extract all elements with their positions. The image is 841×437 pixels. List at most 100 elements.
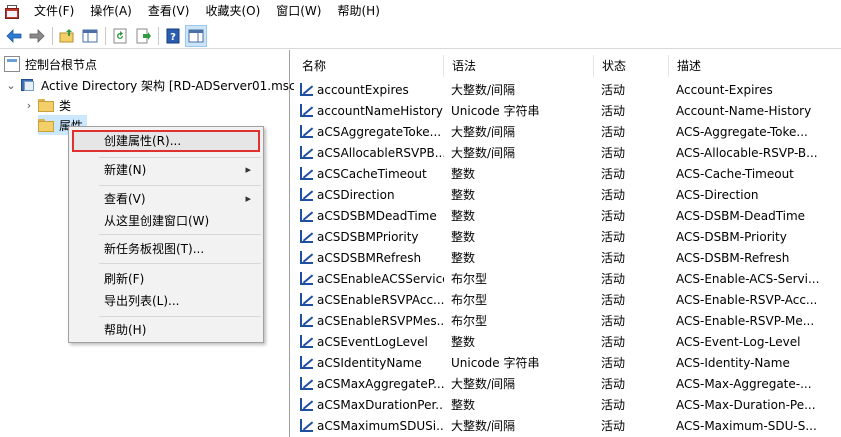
menu-item-new[interactable]: 新建(N) ▸ bbox=[71, 159, 261, 181]
cell-status: 活动 bbox=[601, 83, 626, 97]
menu-item-help[interactable]: 帮助(H) bbox=[71, 319, 261, 341]
cell-description: ACS-Enable-ACS-Servi... bbox=[676, 271, 820, 286]
show-hide-action-pane-button[interactable] bbox=[185, 25, 207, 47]
attribute-name: aCSDSBMRefresh bbox=[317, 250, 422, 265]
menu-favorites[interactable]: 收藏夹(O) bbox=[197, 0, 268, 23]
menu-item-label: 查看(V) bbox=[104, 192, 146, 206]
cell-status: 活动 bbox=[601, 419, 626, 433]
tree-node-classes[interactable]: › 类 bbox=[22, 95, 71, 115]
cell-description: ACS-Enable-RSVP-Acc... bbox=[676, 292, 818, 307]
refresh-button[interactable] bbox=[109, 25, 131, 47]
menu-action[interactable]: 操作(A) bbox=[82, 0, 140, 23]
context-menu: 创建属性(R)... 新建(N) ▸ 查看(V) ▸ 从这里创建窗口(W) 新任务板… bbox=[68, 126, 264, 343]
menu-item-new-window-from-here[interactable]: 从这里创建窗口(W) bbox=[71, 210, 261, 232]
back-button[interactable] bbox=[3, 25, 25, 47]
column-header-name[interactable]: 名称 bbox=[294, 55, 444, 77]
menu-help[interactable]: 帮助(H) bbox=[329, 0, 387, 23]
table-row[interactable]: aCSCacheTimeout 整数 活动 ACS-Cache-Timeout bbox=[294, 163, 841, 184]
attribute-name: aCSAllocableRSVPB... bbox=[317, 145, 444, 160]
menu-item-new-taskpad-view[interactable]: 新任务板视图(T)... bbox=[71, 238, 261, 260]
cell-name: aCSEnableACSService bbox=[294, 271, 444, 287]
table-row[interactable]: aCSIdentityName Unicode 字符串 活动 ACS-Identity… bbox=[294, 352, 841, 373]
attribute-name: aCSDSBMDeadTime bbox=[317, 208, 437, 223]
menu-item-refresh[interactable]: 刷新(F) bbox=[71, 268, 261, 290]
table-row[interactable]: aCSEventLogLevel 整数 活动 ACS-Event-Log-Level bbox=[294, 331, 841, 352]
cell-description: ACS-Event-Log-Level bbox=[676, 334, 801, 349]
export-list-button[interactable] bbox=[132, 25, 154, 47]
attribute-name: accountNameHistory bbox=[317, 103, 443, 118]
cell-name: aCSDirection bbox=[294, 187, 444, 203]
cell-description: ACS-Direction bbox=[676, 187, 759, 202]
attribute-name: aCSEnableRSVPMes... bbox=[317, 313, 444, 328]
export-list-icon bbox=[136, 28, 151, 44]
attribute-icon bbox=[299, 397, 315, 413]
cell-name: aCSEnableRSVPMes... bbox=[294, 313, 444, 329]
column-header-syntax[interactable]: 语法 bbox=[444, 55, 594, 77]
cell-name: aCSMaxDurationPer... bbox=[294, 397, 444, 413]
table-row[interactable]: aCSMaxAggregateP... 大整数/间隔 活动 ACS-Max-Aggre… bbox=[294, 373, 841, 394]
cell-description: ACS-Maximum-SDU-S... bbox=[676, 418, 817, 433]
show-hide-console-tree-button[interactable] bbox=[79, 25, 101, 47]
table-row[interactable]: aCSDSBMRefresh 整数 活动 ACS-DSBM-Refresh bbox=[294, 247, 841, 268]
svg-text:?: ? bbox=[170, 32, 176, 43]
attribute-icon bbox=[299, 334, 315, 350]
chevron-right-icon[interactable]: › bbox=[22, 99, 36, 112]
forward-button[interactable] bbox=[26, 25, 48, 47]
refresh-icon bbox=[113, 28, 127, 44]
table-row[interactable]: aCSDSBMDeadTime 整数 活动 ACS-DSBM-DeadTime bbox=[294, 205, 841, 226]
submenu-arrow-icon: ▸ bbox=[245, 163, 251, 176]
cell-syntax: 布尔型 bbox=[451, 272, 488, 286]
menu-separator bbox=[99, 185, 261, 186]
attribute-icon bbox=[299, 250, 315, 266]
table-row[interactable]: aCSDSBMPriority 整数 活动 ACS-DSBM-Priority bbox=[294, 226, 841, 247]
attribute-name: accountExpires bbox=[317, 82, 409, 97]
menu-item-label: 创建属性(R)... bbox=[104, 134, 182, 148]
tree-node-ad-schema[interactable]: ⌄ Active Directory 架构 [RD-ADServer01.msc bbox=[4, 75, 295, 95]
toolbar-separator bbox=[52, 27, 53, 45]
ad-schema-icon bbox=[20, 77, 36, 93]
cell-name: aCSEventLogLevel bbox=[294, 334, 444, 350]
cell-name: aCSDSBMDeadTime bbox=[294, 208, 444, 224]
table-row[interactable]: aCSDirection 整数 活动 ACS-Direction bbox=[294, 184, 841, 205]
cell-description: ACS-DSBM-Priority bbox=[676, 229, 787, 244]
menu-item-label: 从这里创建窗口(W) bbox=[104, 214, 210, 228]
menu-item-view[interactable]: 查看(V) ▸ bbox=[71, 188, 261, 210]
menu-item-label: 刷新(F) bbox=[104, 272, 145, 286]
menu-item-create-attribute[interactable]: 创建属性(R)... bbox=[71, 130, 261, 152]
table-row[interactable]: aCSEnableRSVPAcc... 布尔型 活动 ACS-Enable-RSVP-… bbox=[294, 289, 841, 310]
table-row[interactable]: aCSMaximumSDUSi... 大整数/间隔 活动 ACS-Maximum-SD… bbox=[294, 415, 841, 436]
help-icon: ? bbox=[166, 28, 180, 44]
menu-separator bbox=[99, 316, 261, 317]
chevron-down-icon[interactable]: ⌄ bbox=[4, 79, 18, 92]
help-button[interactable]: ? bbox=[162, 25, 184, 47]
mmc-app-icon[interactable] bbox=[4, 4, 20, 20]
table-row[interactable]: accountNameHistory Unicode 字符串 活动 Account-N… bbox=[294, 100, 841, 121]
folder-icon bbox=[38, 98, 54, 112]
menu-file[interactable]: 文件(F) bbox=[26, 0, 82, 23]
attribute-icon bbox=[299, 376, 315, 392]
cell-status: 活动 bbox=[601, 251, 626, 265]
attribute-list-pane: 名称 语法 状态 描述 accountExpires 大整数/间隔 活动 Accoun… bbox=[294, 50, 841, 437]
attribute-icon bbox=[299, 418, 315, 434]
menu-item-export-list[interactable]: 导出列表(L)... bbox=[71, 290, 261, 312]
table-row[interactable]: aCSAllocableRSVPB... 大整数/间隔 活动 ACS-Allocabl… bbox=[294, 142, 841, 163]
table-row[interactable]: aCSEnableACSService 布尔型 活动 ACS-Enable-ACS-S… bbox=[294, 268, 841, 289]
cell-name: aCSCacheTimeout bbox=[294, 166, 444, 182]
cell-status: 活动 bbox=[601, 356, 626, 370]
up-one-level-button[interactable] bbox=[56, 25, 78, 47]
cell-name: aCSMaxAggregateP... bbox=[294, 376, 444, 392]
cell-status: 活动 bbox=[601, 230, 626, 244]
attribute-name: aCSMaxAggregateP... bbox=[317, 376, 444, 391]
menu-window[interactable]: 窗口(W) bbox=[268, 0, 329, 23]
table-row[interactable]: aCSEnableRSVPMes... 布尔型 活动 ACS-Enable-RSVP-… bbox=[294, 310, 841, 331]
tree-node-console-root[interactable]: 控制台根节点 bbox=[4, 54, 97, 74]
column-header-status[interactable]: 状态 bbox=[594, 55, 669, 77]
table-row[interactable]: aCSAggregateToke... 大整数/间隔 活动 ACS-Aggregate… bbox=[294, 121, 841, 142]
table-row[interactable]: accountExpires 大整数/间隔 活动 Account-Expires bbox=[294, 79, 841, 100]
column-header-description[interactable]: 描述 bbox=[669, 55, 841, 77]
table-row[interactable]: aCSMaxDurationPer... 整数 活动 ACS-Max-Duration… bbox=[294, 394, 841, 415]
cell-name: aCSAggregateToke... bbox=[294, 124, 444, 140]
attribute-name: aCSMaxDurationPer... bbox=[317, 397, 444, 412]
toolbar-separator bbox=[158, 27, 159, 45]
menu-view[interactable]: 查看(V) bbox=[140, 0, 198, 23]
